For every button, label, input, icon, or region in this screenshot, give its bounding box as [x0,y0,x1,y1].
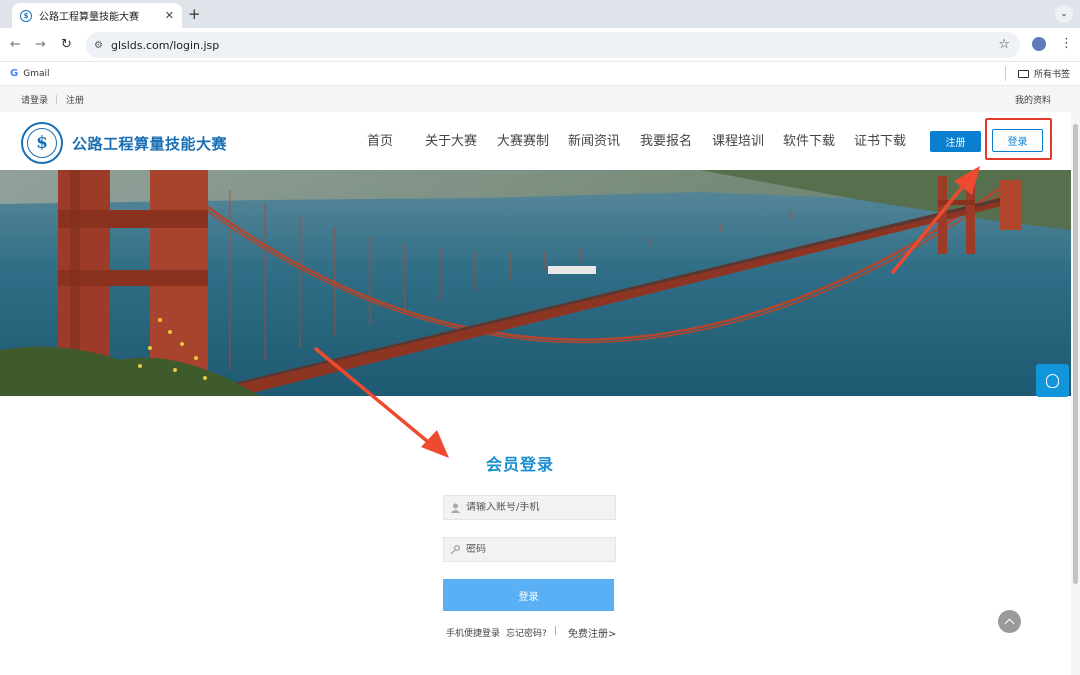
bridge-photo [0,170,1071,396]
site-favicon: $ [20,9,32,22]
nav-item-courses[interactable]: 课程培训 [712,130,764,149]
top-divider [56,95,57,104]
page-scrollbar[interactable] [1071,86,1080,675]
top-strip: 请登录 注册 我的资料 [0,86,1071,112]
password-field[interactable] [443,537,616,562]
site-brand[interactable]: 公路工程算量技能大赛 [72,133,227,154]
phone-login-link[interactable]: 手机便捷登录 [446,626,500,639]
submit-login-button[interactable]: 登录 [443,579,614,611]
back-arrow-icon[interactable]: ← [10,37,21,52]
top-register-link[interactable]: 注册 [66,93,84,106]
login-title: 会员登录 [485,455,554,474]
all-bookmarks[interactable]: 所有书签 [1018,67,1070,80]
login-button[interactable]: 登录 [992,129,1043,152]
top-login-link[interactable]: 请登录 [21,93,48,106]
register-button[interactable]: 注册 [930,131,981,152]
url-text[interactable]: glslds.com/login.jsp [111,39,219,52]
address-bar[interactable]: ⚙ glslds.com/login.jsp ☆ [86,32,1020,58]
hero-banner [0,170,1071,396]
bookmark-gmail[interactable]: G Gmail [10,68,49,79]
forgot-password-link[interactable]: 忘记密码? [506,626,547,639]
nav-item-software[interactable]: 软件下载 [783,130,835,149]
web-page: 请登录 注册 我的资料 $ 公路工程算量技能大赛 首页 关于大赛 大赛赛制 新闻… [0,86,1071,675]
tab-search-icon[interactable]: ⌄ [1055,5,1073,23]
qq-chat-icon[interactable] [1036,364,1069,397]
reload-icon[interactable]: ↻ [61,37,72,52]
bookmark-divider [1005,66,1006,81]
tab-title: 公路工程算量技能大赛 [39,12,139,23]
star-icon[interactable]: ☆ [998,37,1010,52]
all-bookmarks-label: 所有书签 [1034,70,1071,80]
close-tab-icon[interactable]: ✕ [165,9,174,22]
new-tab-icon[interactable]: + [188,5,201,23]
profile-icon[interactable] [1032,37,1046,51]
google-icon: G [10,68,19,79]
user-icon [450,503,460,513]
nav-item-format[interactable]: 大赛赛制 [497,130,549,149]
nav-item-about[interactable]: 关于大赛 [425,130,477,149]
site-header: $ 公路工程算量技能大赛 首页 关于大赛 大赛赛制 新闻资讯 我要报名 课程培训… [0,112,1071,170]
menu-icon[interactable]: ⋮ [1060,36,1073,51]
back-to-top-icon[interactable] [998,610,1021,633]
bookmarks-bar: G Gmail 所有书签 [0,62,1080,86]
browser-tab[interactable]: $ 公路工程算量技能大赛 ✕ [12,3,182,28]
logo-icon[interactable]: $ [21,122,63,164]
links-divider: | [554,626,558,636]
nav-item-news[interactable]: 新闻资讯 [568,130,620,149]
key-icon [450,544,460,555]
browser-tab-strip: $ 公路工程算量技能大赛 ✕ + ⌄ [0,0,1080,28]
site-info-icon[interactable]: ⚙ [94,40,103,51]
address-toolbar: ← → ↻ ⚙ glslds.com/login.jsp ☆ ⋮ [0,28,1080,62]
nav-item-signup[interactable]: 我要报名 [640,130,692,149]
nav-item-certificate[interactable]: 证书下载 [854,130,906,149]
account-field[interactable] [443,495,616,520]
password-input[interactable] [466,544,606,555]
nav-item-home[interactable]: 首页 [367,130,393,149]
folder-icon [1018,69,1029,78]
scrollbar-thumb[interactable] [1073,124,1078,584]
forward-arrow-icon[interactable]: → [35,37,46,52]
account-input[interactable] [466,502,606,513]
my-profile-link[interactable]: 我的资料 [1015,93,1051,106]
free-register-link[interactable]: 免费注册> [568,625,616,640]
bookmark-gmail-label: Gmail [23,68,50,79]
